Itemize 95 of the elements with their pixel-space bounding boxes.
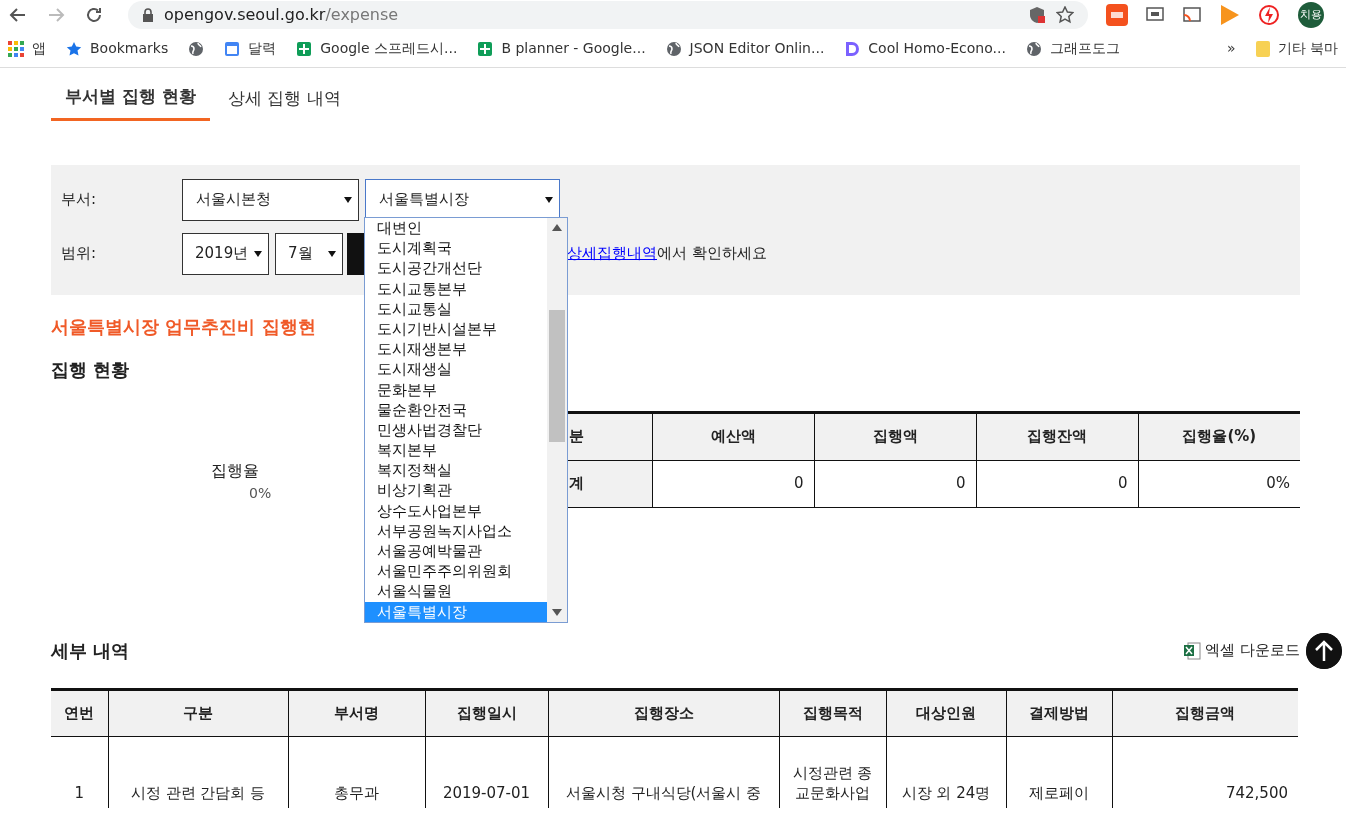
bookmark-item[interactable]: Google 스프레드시...	[296, 38, 458, 59]
page-title: 서울특별시장 업무추진비 집행현	[51, 314, 316, 339]
more-bookmarks-button[interactable]: »	[1226, 38, 1236, 59]
bookmark-item[interactable]: B planner - Google...	[477, 38, 646, 59]
column-header: 집행장소	[548, 689, 779, 736]
dropdown-option[interactable]: 도시교통실	[365, 298, 547, 319]
scroll-down-icon[interactable]	[552, 609, 562, 616]
table-cell: 0	[652, 460, 814, 507]
monitor-icon[interactable]	[1146, 7, 1164, 23]
star-icon	[66, 40, 82, 57]
rate-label: 집행율	[211, 459, 259, 482]
dropdown-option[interactable]: 도시재생본부	[365, 339, 547, 360]
column-header: 집행액	[814, 412, 976, 460]
spreadsheet-icon	[296, 40, 313, 57]
globe-icon	[188, 40, 205, 57]
table-cell: 2019-07-01	[425, 736, 548, 808]
hint-text: 상세집행내역에서 확인하세요	[567, 243, 767, 265]
select-field[interactable]: 2019년	[182, 232, 269, 275]
dropdown-option[interactable]: 문화본부	[365, 379, 547, 400]
shield-icon[interactable]	[1028, 6, 1046, 24]
dropdown-option[interactable]: 서부공원녹지사업소	[365, 520, 547, 541]
column-header: 결제방법	[1006, 689, 1112, 736]
select-field[interactable]: 7월	[275, 232, 343, 275]
lightning-icon[interactable]	[1258, 4, 1280, 26]
table-cell: 서울시청 구내식당(서울시 중	[548, 736, 779, 808]
tab[interactable]: 부서별 집행 현황	[51, 82, 210, 121]
detail-link[interactable]: 상세집행내역	[567, 244, 657, 263]
dropdown-option[interactable]: 도시공간개선단	[365, 258, 547, 279]
globe-icon	[1025, 40, 1042, 57]
dropdown-option[interactable]: 서울식물원	[365, 581, 547, 602]
bookmark-item[interactable]: 그래프도그	[1025, 38, 1120, 59]
bookmark-item[interactable]: JSON Editor Onlin...	[665, 38, 825, 59]
column-header: 구분	[108, 689, 288, 736]
apps-grid-icon	[8, 40, 24, 57]
column-header: 집행잔액	[976, 412, 1138, 460]
scroll-to-top-icon[interactable]	[1306, 632, 1342, 669]
bookmark-item[interactable]	[188, 40, 205, 57]
calendar-icon	[224, 40, 241, 57]
table-cell: 시정관련 종 교문화사업	[779, 736, 886, 808]
rate-value: 0%	[249, 483, 272, 503]
table-cell: 742,500	[1112, 736, 1298, 808]
dropdown-option[interactable]: 서울민주주의위원회	[365, 561, 547, 582]
column-header: 부서명	[288, 689, 425, 736]
table-cell: 0	[976, 460, 1138, 507]
scroll-up-icon[interactable]	[552, 224, 562, 231]
bookmark-item[interactable]: 달력	[224, 38, 277, 59]
bookmark-item[interactable]: 앱	[8, 38, 46, 59]
table-cell: 0%	[1138, 460, 1300, 507]
field-label: 범위:	[61, 243, 98, 265]
url-text: opengov.seoul.go.kr/expense	[164, 4, 400, 26]
select-field[interactable]: 서울시본청	[182, 178, 359, 221]
table-cell: 총무과	[288, 736, 425, 808]
column-header: 예산액	[652, 412, 814, 460]
lock-icon	[142, 8, 154, 22]
folder-icon	[1255, 40, 1270, 57]
scrollbar[interactable]	[547, 218, 567, 622]
bookmark-item[interactable]: Cool Homo-Econo...	[844, 38, 1006, 59]
table-cell: 제로페이	[1006, 736, 1112, 808]
field-label: 부서:	[61, 189, 98, 211]
caret-icon	[545, 195, 553, 204]
caret-icon	[328, 249, 336, 258]
bookmark-item[interactable]: Bookmarks	[66, 38, 169, 59]
document-icon	[844, 40, 861, 57]
dropdown-option[interactable]: 도시기반시설본부	[365, 318, 547, 340]
cast-icon[interactable]	[1182, 6, 1202, 24]
column-header: 연번	[51, 689, 108, 736]
table-cell: 시정 관련 간담회 등	[108, 736, 288, 808]
star-icon[interactable]	[1056, 6, 1074, 24]
column-header: 집행율(%)	[1138, 412, 1300, 460]
spreadsheet-icon	[477, 40, 494, 57]
dropdown-option[interactable]: 도시계획국	[365, 238, 547, 259]
column-header: 집행일시	[425, 689, 548, 736]
bookmark-folder[interactable]: 기타 북마	[1255, 38, 1338, 59]
column-header: 대상인원	[886, 689, 1006, 736]
table-cell: 0	[814, 460, 976, 507]
profile-avatar[interactable]: 치용	[1298, 2, 1324, 28]
table-cell: 1	[51, 736, 108, 808]
extension-icon[interactable]	[1106, 4, 1128, 26]
caret-icon	[254, 249, 262, 258]
dropdown-option[interactable]: 도시재생실	[365, 359, 547, 380]
table-cell: 시장 외 24명	[886, 736, 1006, 808]
column-header: 집행목적	[779, 689, 886, 736]
dropdown-option[interactable]: 대변인	[365, 218, 547, 239]
reload-icon[interactable]	[84, 5, 104, 25]
address-bar[interactable]: opengov.seoul.go.kr/expense	[128, 1, 1088, 29]
caret-icon	[344, 195, 352, 204]
dropdown-option[interactable]: 도시교통본부	[365, 278, 547, 299]
column-header: 집행금액	[1112, 689, 1298, 736]
section-heading: 집행 현황	[51, 357, 130, 382]
tab[interactable]: 상세 집행 내역	[227, 82, 341, 121]
globe-icon	[665, 40, 682, 57]
dropdown-option[interactable]: 서울공예박물관	[365, 541, 547, 562]
spreadsheet-icon	[1183, 641, 1202, 660]
excel-download-link[interactable]: 엑셀 다운로드	[1183, 639, 1300, 662]
section-heading: 세부 내역	[51, 639, 130, 663]
